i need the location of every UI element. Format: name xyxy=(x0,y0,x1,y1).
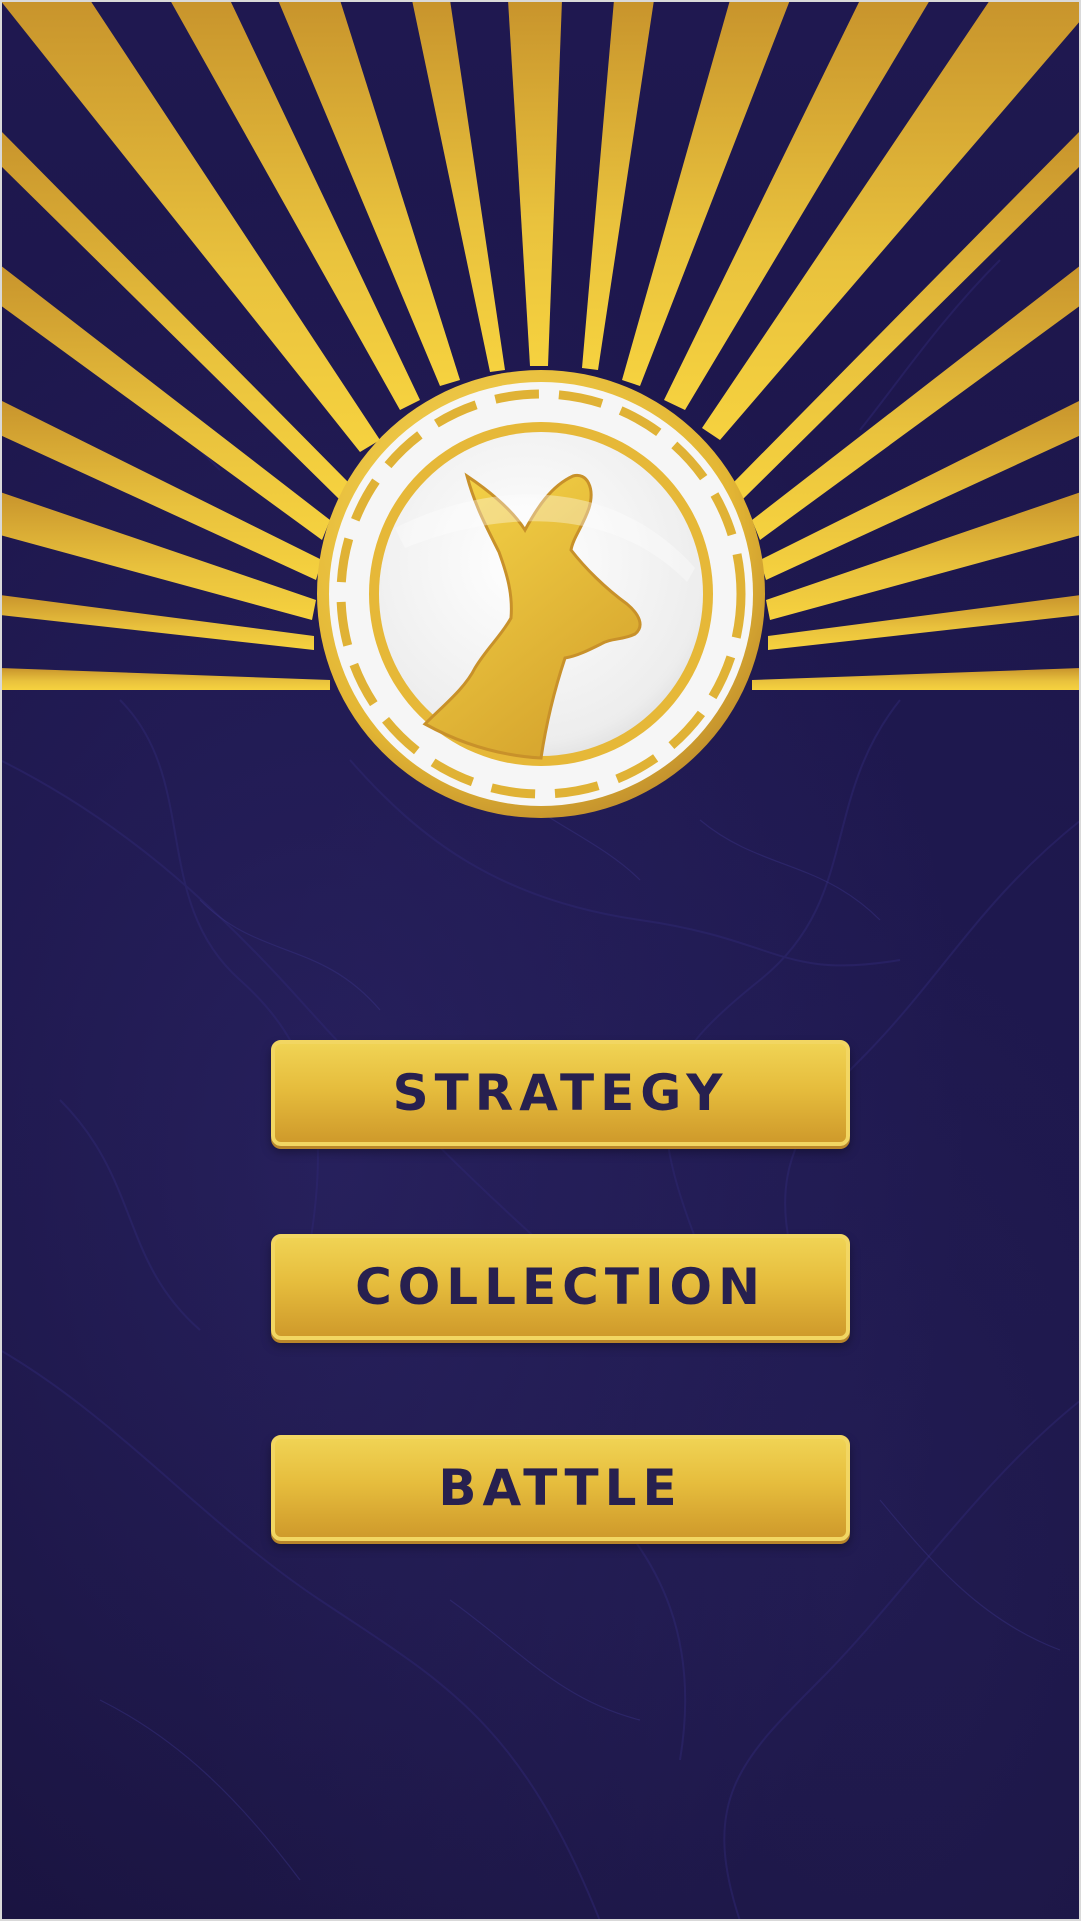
strategy-button-label: STRATEGY xyxy=(392,1064,729,1122)
battle-button-label: BATTLE xyxy=(438,1459,683,1517)
strategy-button[interactable]: STRATEGY xyxy=(271,1040,850,1146)
collection-button[interactable]: COLLECTION xyxy=(271,1234,850,1340)
kangaroo-head-icon xyxy=(317,370,765,818)
collection-button-label: COLLECTION xyxy=(355,1258,766,1316)
main-menu-screen: STRATEGY COLLECTION BATTLE xyxy=(0,0,1081,1921)
battle-button[interactable]: BATTLE xyxy=(271,1435,850,1541)
